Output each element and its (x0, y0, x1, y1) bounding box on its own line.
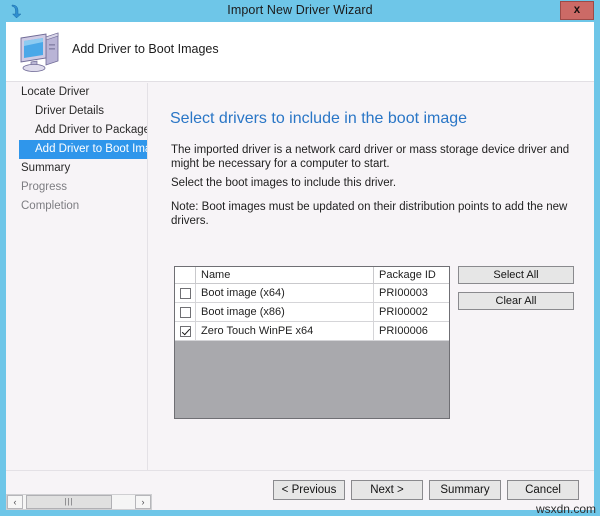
description-paragraph-2: Select the boot images to include this d… (171, 176, 577, 190)
wizard-steps-sidebar: Locate Driver Driver Details Add Driver … (6, 83, 148, 494)
sidebar-item-add-driver-to-packages[interactable]: Add Driver to Packages (6, 121, 147, 140)
row-name: Boot image (x86) (196, 303, 374, 321)
sidebar-item-driver-details[interactable]: Driver Details (6, 102, 147, 121)
page-title: Select drivers to include in the boot im… (170, 110, 467, 128)
row-package-id: PRI00002 (374, 303, 449, 321)
sidebar-item-progress[interactable]: Progress (6, 178, 147, 197)
row-checkbox-cell[interactable] (175, 303, 196, 321)
row-package-id: PRI00006 (374, 322, 449, 340)
window-title: Import New Driver Wizard (0, 3, 600, 17)
table-row[interactable]: Zero Touch WinPE x64 PRI00006 (175, 322, 449, 341)
row-name: Boot image (x64) (196, 284, 374, 302)
header-title: Add Driver to Boot Images (72, 42, 219, 56)
scroll-left-arrow-icon[interactable]: ‹ (7, 495, 23, 509)
previous-button[interactable]: < Previous (273, 480, 345, 500)
summary-button[interactable]: Summary (429, 480, 501, 500)
client-area: Add Driver to Boot Images Locate Driver … (6, 22, 594, 494)
next-button[interactable]: Next > (351, 480, 423, 500)
sidebar-item-completion[interactable]: Completion (6, 197, 147, 216)
main-pane: Select drivers to include in the boot im… (149, 83, 594, 494)
column-header-checkbox (175, 267, 196, 283)
sidebar-item-locate-driver[interactable]: Locate Driver (6, 83, 147, 102)
column-header-name: Name (196, 267, 374, 283)
wizard-window: Import New Driver Wizard x (0, 0, 600, 516)
title-bar: Import New Driver Wizard x (0, 0, 600, 22)
sidebar-item-summary[interactable]: Summary (6, 159, 147, 178)
row-checkbox-cell[interactable] (175, 322, 196, 340)
column-header-package-id: Package ID (374, 267, 449, 283)
horizontal-scrollbar[interactable]: ‹ ||| › (6, 494, 152, 510)
cancel-button[interactable]: Cancel (507, 480, 579, 500)
select-all-button[interactable]: Select All (458, 266, 574, 284)
description-paragraph-3: Note: Boot images must be updated on the… (171, 200, 577, 228)
close-button[interactable]: x (560, 1, 594, 20)
row-checkbox-cell[interactable] (175, 284, 196, 302)
row-name: Zero Touch WinPE x64 (196, 322, 374, 340)
scrollbar-track[interactable]: ||| (23, 495, 135, 509)
sidebar-item-add-driver-to-boot-images[interactable]: Add Driver to Boot Images (19, 140, 148, 159)
computer-icon (16, 28, 64, 74)
watermark: wsxdn.com (536, 502, 596, 516)
scrollbar-thumb[interactable]: ||| (26, 495, 112, 509)
boot-images-list[interactable]: Name Package ID Boot image (x64) PRI0000… (174, 266, 450, 419)
list-header-row: Name Package ID (175, 267, 449, 284)
clear-all-button[interactable]: Clear All (458, 292, 574, 310)
table-row[interactable]: Boot image (x86) PRI00002 (175, 303, 449, 322)
table-row[interactable]: Boot image (x64) PRI00003 (175, 284, 449, 303)
row-checkbox[interactable] (180, 326, 191, 337)
row-package-id: PRI00003 (374, 284, 449, 302)
row-checkbox[interactable] (180, 288, 191, 299)
row-checkbox[interactable] (180, 307, 191, 318)
wizard-header: Add Driver to Boot Images (6, 22, 594, 82)
scroll-right-arrow-icon[interactable]: › (135, 495, 151, 509)
description-paragraph-1: The imported driver is a network card dr… (171, 143, 577, 171)
